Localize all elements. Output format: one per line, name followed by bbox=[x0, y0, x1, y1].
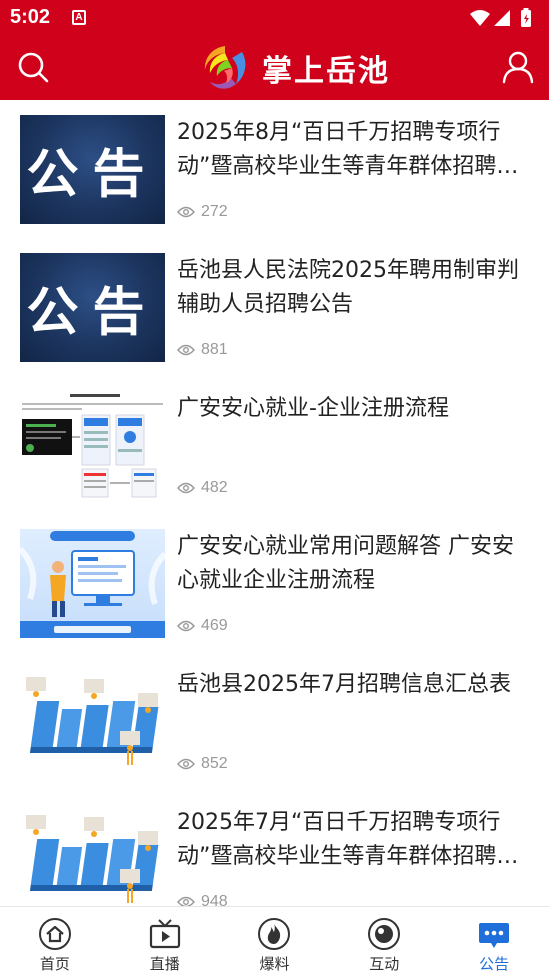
app-header: 掌上岳池 bbox=[0, 36, 549, 100]
view-count: 881 bbox=[177, 338, 228, 362]
article-title: 2025年7月“百日千万招聘专项行动”暨高校毕业生等青年群体招聘… bbox=[177, 810, 519, 869]
status-bar: 5:02 A bbox=[0, 0, 549, 36]
eye-icon bbox=[177, 758, 195, 770]
thumbnail-text: 公告 bbox=[26, 283, 159, 343]
bottom-tab-bar: 首页 直播 爆料 互动 公告 bbox=[0, 906, 549, 977]
view-count: 482 bbox=[177, 476, 228, 500]
tv-icon bbox=[149, 919, 180, 949]
search-icon[interactable] bbox=[16, 50, 50, 84]
article-title: 岳池县2025年7月招聘信息汇总表 bbox=[177, 672, 511, 697]
notice-thumbnail: 公告 bbox=[20, 253, 165, 362]
view-count: 948 bbox=[177, 890, 228, 906]
brand: 掌上岳池 bbox=[198, 42, 390, 94]
article-title: 岳池县人民法院2025年聘用制审判辅助人员招聘公告 bbox=[177, 258, 519, 317]
view-count-value: 852 bbox=[201, 755, 228, 772]
article-title: 广安安心就业常用问题解答 广安安心就业企业注册流程 bbox=[177, 534, 514, 593]
tab-label: 首页 bbox=[39, 955, 70, 973]
view-count: 272 bbox=[177, 200, 228, 224]
tab-live[interactable]: 直播 bbox=[110, 907, 220, 977]
tab-label: 直播 bbox=[149, 955, 180, 973]
home-icon bbox=[38, 918, 71, 950]
eye-icon bbox=[177, 896, 195, 906]
tab-tipoff[interactable]: 爆料 bbox=[220, 907, 330, 977]
status-time: 5:02 bbox=[10, 6, 51, 28]
article-item[interactable]: 公告 2025年8月“百日千万招聘专项行动”暨高校毕业生等青年群体招聘… 272 bbox=[0, 100, 549, 238]
tab-label: 公告 bbox=[479, 955, 510, 973]
article-item[interactable]: 广安安心就业-企业注册流程 482 bbox=[0, 376, 549, 514]
eye-icon bbox=[177, 344, 195, 356]
app-title: 掌上岳池 bbox=[262, 54, 390, 89]
article-item[interactable]: 2025年7月“百日千万招聘专项行动”暨高校毕业生等青年群体招聘… 948 bbox=[0, 790, 549, 906]
registration-flow-thumbnail bbox=[20, 391, 165, 500]
article-title: 2025年8月“百日千万招聘专项行动”暨高校毕业生等青年群体招聘… bbox=[177, 120, 519, 179]
thumbnail-text: 公告 bbox=[26, 145, 159, 205]
news-graphic-thumbnail bbox=[20, 805, 165, 906]
eye-icon bbox=[177, 206, 195, 218]
notice-thumbnail: 公告 bbox=[20, 115, 165, 224]
article-list: 公告 2025年8月“百日千万招聘专项行动”暨高校毕业生等青年群体招聘… 272… bbox=[0, 100, 549, 906]
eye-icon bbox=[177, 620, 195, 632]
view-count-value: 948 bbox=[201, 893, 228, 906]
user-icon[interactable] bbox=[501, 50, 535, 84]
signal-icon bbox=[494, 10, 510, 26]
view-count: 852 bbox=[177, 752, 228, 776]
article-item[interactable]: 公告 岳池县人民法院2025年聘用制审判辅助人员招聘公告 881 bbox=[0, 238, 549, 376]
eye-icon bbox=[177, 482, 195, 494]
article-item[interactable]: 岳池县2025年7月招聘信息汇总表 852 bbox=[0, 652, 549, 790]
view-count-value: 482 bbox=[201, 479, 228, 496]
tab-label: 爆料 bbox=[259, 955, 290, 973]
fire-icon bbox=[258, 918, 291, 950]
article-item[interactable]: 广安安心就业常用问题解答 广安安心就业企业注册流程 469 bbox=[0, 514, 549, 652]
view-count-value: 469 bbox=[201, 617, 228, 634]
app-logo-icon bbox=[204, 46, 246, 89]
tab-interact[interactable]: 互动 bbox=[329, 907, 439, 977]
tab-label: 互动 bbox=[369, 955, 400, 973]
view-count: 469 bbox=[177, 614, 228, 638]
wifi-icon bbox=[470, 10, 490, 26]
view-count-value: 881 bbox=[201, 341, 228, 358]
article-title: 广安安心就业-企业注册流程 bbox=[177, 396, 449, 421]
tab-home[interactable]: 首页 bbox=[0, 907, 110, 977]
tab-notice[interactable]: 公告 bbox=[439, 907, 549, 977]
view-count-value: 272 bbox=[201, 203, 228, 220]
news-graphic-thumbnail bbox=[20, 667, 165, 776]
chat-bubble-icon bbox=[479, 923, 510, 948]
interact-icon bbox=[368, 918, 401, 950]
notification-a-icon: A bbox=[72, 10, 86, 25]
faq-illustration-thumbnail bbox=[20, 529, 165, 638]
system-status-icons bbox=[470, 8, 531, 27]
